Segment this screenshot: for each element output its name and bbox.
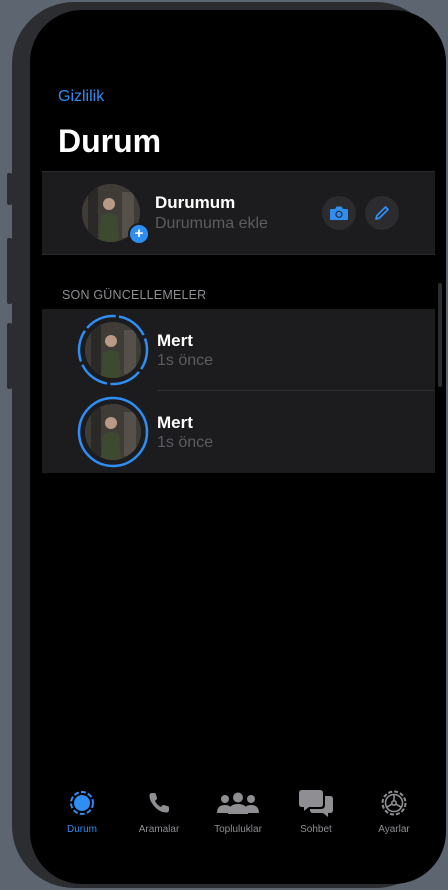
pencil-icon (375, 206, 389, 220)
contact-name: Mert (157, 331, 193, 350)
my-status-subtitle: Durumuma ekle (155, 215, 268, 232)
tab-aramalar[interactable]: Aramalar (119, 786, 199, 835)
status-icon (70, 791, 94, 815)
tab-label: Ayarlar (378, 824, 410, 835)
pencil-button[interactable] (365, 196, 399, 230)
status-time: 1s önce (157, 434, 214, 451)
chats-icon (299, 790, 333, 817)
settings-icon (381, 790, 407, 816)
screen: Gizlilik Durum + Durumum Durumuma ekle S… (30, 10, 446, 884)
add-status-icon: + (128, 223, 150, 245)
camera-icon (330, 206, 348, 220)
tab-label: Durum (66, 824, 97, 835)
volume-down-button (7, 323, 12, 389)
tab-topluluklar[interactable]: Topluluklar (198, 786, 278, 835)
section-title: SON GÜNCELLEMELER (62, 288, 207, 302)
status-time: 1s önce (157, 352, 214, 369)
phone-icon (149, 793, 169, 813)
tab-durum[interactable]: Durum (42, 786, 122, 835)
volume-up-button (7, 238, 12, 304)
tab-sohbet[interactable]: Sohbet (276, 786, 356, 835)
my-status-name: Durumum (155, 193, 236, 212)
avatar (85, 322, 141, 378)
tab-label: Aramalar (138, 824, 180, 835)
communities-icon (217, 792, 259, 814)
status-ring (77, 314, 149, 386)
page-title: Durum (58, 123, 162, 159)
recent-updates-list: Mert 1s önce Mert 1s önce (42, 309, 435, 473)
phone-frame: Gizlilik Durum + Durumum Durumuma ekle S… (12, 2, 446, 888)
power-button (438, 283, 442, 387)
avatar (85, 404, 141, 460)
tab-label: Sohbet (300, 824, 332, 835)
privacy-link[interactable]: Gizlilik (58, 88, 104, 106)
camera-button[interactable] (322, 196, 356, 230)
tab-bar: Durum Aramalar Topluluklar Sohbet Ayarla… (30, 786, 446, 856)
list-item[interactable]: Mert 1s önce (42, 309, 435, 391)
tab-ayarlar[interactable]: Ayarlar (354, 786, 434, 835)
tab-label: Topluluklar (214, 824, 262, 835)
my-status-row[interactable]: + Durumum Durumuma ekle (42, 171, 435, 255)
contact-name: Mert (157, 413, 193, 432)
status-ring (77, 396, 149, 468)
side-button (7, 173, 12, 205)
list-item[interactable]: Mert 1s önce (42, 391, 435, 473)
